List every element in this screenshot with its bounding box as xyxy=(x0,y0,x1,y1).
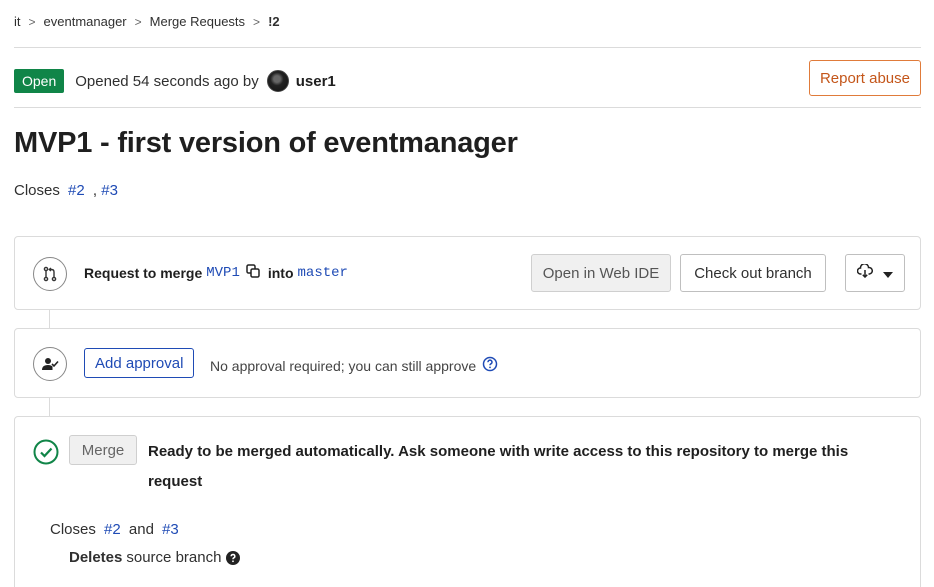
merge-closes: Closes #2 and #3 xyxy=(50,521,183,538)
merge-request-icon xyxy=(33,257,67,291)
request-label: Request to merge xyxy=(84,264,203,281)
page-title: MVP1 - first version of eventmanager xyxy=(14,127,518,159)
download-dropdown-button[interactable] xyxy=(845,254,905,292)
approval-panel: Add approval No approval required; you c… xyxy=(14,328,921,398)
divider xyxy=(14,107,921,108)
breadcrumb-separator: > xyxy=(253,14,261,29)
closes-label: Closes xyxy=(14,182,60,199)
download-icon xyxy=(856,263,874,282)
report-abuse-button[interactable]: Report abuse xyxy=(808,60,921,96)
and-label: and xyxy=(128,521,154,538)
into-label: into xyxy=(267,264,294,281)
target-branch-link[interactable]: master xyxy=(298,265,348,281)
check-out-branch-button[interactable]: Check out branch xyxy=(680,254,826,292)
breadcrumb-item-group[interactable]: it xyxy=(14,14,21,29)
breadcrumb-item-project[interactable]: eventmanager xyxy=(44,14,127,29)
breadcrumb-item-merge-requests[interactable]: Merge Requests xyxy=(150,14,245,29)
status-badge: Open xyxy=(14,69,65,93)
merge-info: Request to merge MVP1 into master xyxy=(84,264,348,281)
source-branch-link[interactable]: MVP1 xyxy=(206,265,240,281)
check-circle-icon xyxy=(33,439,59,470)
chevron-down-icon xyxy=(883,265,893,282)
issue-link-2[interactable]: #2 xyxy=(104,521,121,538)
deletes-rest: source branch xyxy=(126,549,222,566)
question-icon[interactable] xyxy=(226,550,241,565)
deletes-label: Deletes xyxy=(69,549,123,566)
ready-to-merge-panel: Merge Ready to be merged automatically. … xyxy=(14,416,921,587)
issue-link-3[interactable]: #3 xyxy=(162,521,179,538)
panel-connector xyxy=(49,398,50,416)
approval-status-text: No approval required; you can still appr… xyxy=(210,357,477,374)
closes-label: Closes xyxy=(50,521,96,538)
author-link[interactable]: user1 xyxy=(296,73,336,90)
avatar[interactable] xyxy=(266,70,289,92)
open-web-ide-button[interactable]: Open in Web IDE xyxy=(531,254,671,292)
question-icon[interactable] xyxy=(482,356,498,375)
description-closes: Closes #2 , #3 xyxy=(14,182,122,199)
merge-request-panel: Request to merge MVP1 into master Open i… xyxy=(14,236,921,310)
merge-button[interactable]: Merge xyxy=(69,435,137,465)
issue-separator: , xyxy=(92,182,98,199)
divider xyxy=(14,47,921,48)
opened-text: Opened 54 seconds ago by xyxy=(75,72,259,90)
panel-connector xyxy=(49,310,50,328)
breadcrumb-separator: > xyxy=(28,14,36,29)
ready-text: Ready to be merged automatically. Ask so… xyxy=(148,443,849,490)
breadcrumb-item-current[interactable]: !2 xyxy=(268,14,280,29)
issue-link-2[interactable]: #2 xyxy=(68,182,85,199)
mr-header: Open Opened 54 seconds ago by user1 Repo… xyxy=(14,60,921,96)
breadcrumb-separator: > xyxy=(134,14,142,29)
deletes-source-branch: Deletes source branch xyxy=(69,549,241,566)
add-approval-button[interactable]: Add approval xyxy=(84,348,195,378)
approval-status: No approval required; you can still appr… xyxy=(210,356,498,375)
copy-icon[interactable] xyxy=(246,264,260,281)
breadcrumb: it > eventmanager > Merge Requests > !2 xyxy=(14,14,280,29)
approval-icon xyxy=(33,347,67,381)
issue-link-3[interactable]: #3 xyxy=(101,182,118,199)
